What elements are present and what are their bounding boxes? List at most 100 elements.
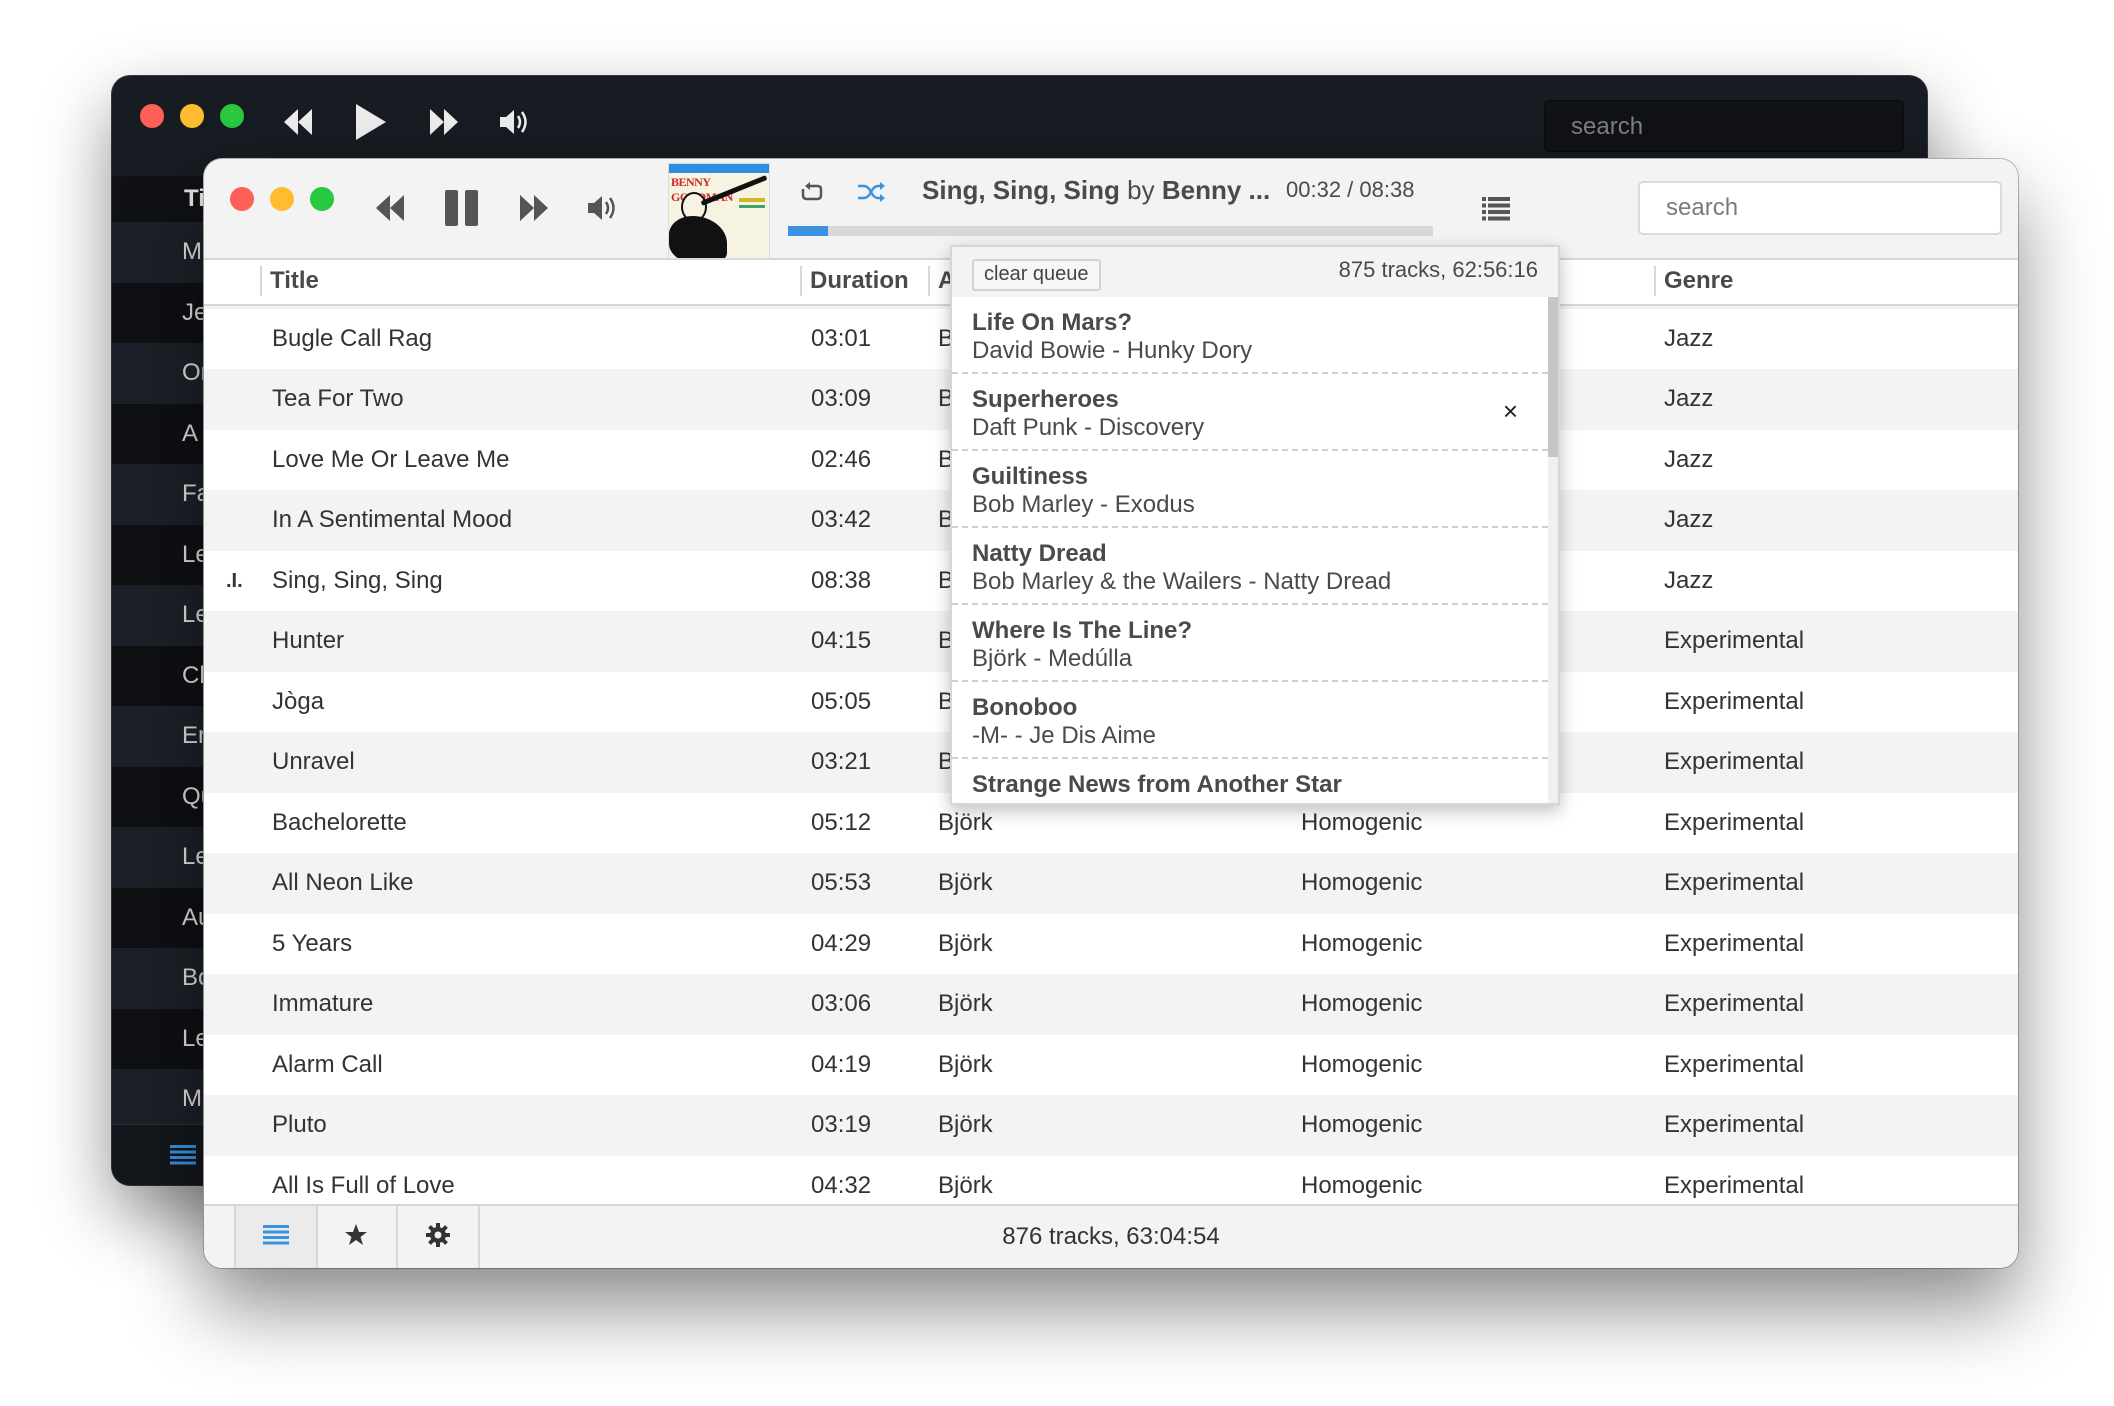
- queue-item[interactable]: Bonoboo -M- - Je Dis Aime: [952, 682, 1548, 759]
- cell-genre: Experimental: [1664, 869, 1805, 896]
- table-row[interactable]: Immature 03:06 Björk Homogenic Experimental: [204, 974, 2018, 1035]
- cell-duration: 03:19: [811, 1111, 872, 1138]
- cell-artist: Björk: [938, 1050, 993, 1078]
- cell-genre: Experimental: [1664, 687, 1805, 715]
- next-icon[interactable]: [426, 107, 460, 137]
- previous-icon[interactable]: [374, 193, 408, 223]
- queue-item[interactable]: Natty Dread Bob Marley & the Wailers - Na…: [952, 528, 1548, 605]
- volume-icon[interactable]: [586, 193, 620, 223]
- queue-item[interactable]: Strange News from Another Star: [952, 759, 1548, 803]
- cell-genre: Experimental: [1664, 990, 1805, 1017]
- cell-album: Homogenic: [1301, 869, 1423, 896]
- elapsed-time: 00:32: [1286, 177, 1342, 202]
- previous-icon[interactable]: [282, 107, 316, 137]
- pause-icon[interactable]: [444, 189, 480, 227]
- cell-duration: 03:06: [811, 990, 872, 1017]
- cell-duration: 04:15: [811, 627, 872, 654]
- clear-queue-button[interactable]: clear queue: [972, 259, 1101, 291]
- back-transport-controls: [282, 102, 532, 142]
- settings-tab-button[interactable]: [398, 1206, 480, 1268]
- queue-item-subtitle: Bob Marley & the Wailers - Natty Dread: [972, 568, 1392, 595]
- now-playing-label: Sing, Sing, Sing by Benny ...: [922, 175, 1270, 206]
- queue-item-subtitle: Bob Marley - Exodus: [972, 491, 1195, 518]
- progress-bar[interactable]: [788, 226, 1433, 236]
- time-separator: /: [1341, 177, 1360, 202]
- zoom-button[interactable]: [220, 104, 244, 128]
- total-time: 08:38: [1359, 177, 1415, 202]
- queue-header: clear queue 875 tracks, 62:56:16: [952, 247, 1558, 297]
- cell-genre: Jazz: [1664, 445, 1714, 473]
- queue-item-title: Superheroes: [972, 386, 1119, 413]
- close-button[interactable]: [140, 104, 164, 128]
- table-row[interactable]: All Is Full of Love 04:32 Björk Homogenic Ex…: [204, 1155, 2018, 1205]
- cell-title: Pluto: [272, 1111, 327, 1138]
- cell-genre: Experimental: [1664, 1171, 1805, 1199]
- queue-list: Life On Mars? David Bowie - Hunky Dory Sup…: [952, 297, 1548, 803]
- cell-title: Sing, Sing, Sing: [272, 566, 443, 594]
- queue-scrollbar[interactable]: [1548, 297, 1558, 803]
- cell-artist: Björk: [938, 929, 993, 957]
- cell-title: In A Sentimental Mood: [272, 506, 513, 533]
- cell-artist: Björk: [938, 1111, 993, 1138]
- queue-toggle-icon[interactable]: [1482, 197, 1510, 226]
- footer-bar: 876 tracks, 63:04:54: [204, 1204, 2018, 1268]
- column-header-genre[interactable]: Genre: [1654, 266, 1733, 296]
- cell-duration: 04:29: [811, 929, 872, 957]
- cell-duration: 04:19: [811, 1050, 872, 1078]
- cell-duration: 03:09: [811, 385, 872, 412]
- favorites-tab-button[interactable]: [316, 1206, 398, 1268]
- cell-genre: Jazz: [1664, 385, 1714, 412]
- window-controls: [230, 187, 334, 211]
- queue-item[interactable]: Where Is The Line? Björk - Medúlla: [952, 605, 1548, 682]
- cell-title: Tea For Two: [272, 385, 404, 412]
- minimize-button[interactable]: [270, 187, 294, 211]
- cell-duration: 03:21: [811, 748, 872, 775]
- cell-genre: Experimental: [1664, 1050, 1805, 1078]
- shuffle-icon[interactable]: [856, 181, 886, 208]
- close-button[interactable]: [230, 187, 254, 211]
- table-row[interactable]: Alarm Call 04:19 Björk Homogenic Experimenta…: [204, 1034, 2018, 1095]
- library-tab-button[interactable]: [234, 1206, 318, 1268]
- cell-genre: Experimental: [1664, 808, 1805, 836]
- queue-scrollbar-thumb[interactable]: [1548, 297, 1558, 457]
- cell-duration: 05:05: [811, 687, 872, 715]
- column-header-duration[interactable]: Duration: [800, 266, 909, 296]
- cell-artist: Björk: [938, 869, 993, 896]
- table-row[interactable]: Pluto 03:19 Björk Homogenic Experimental: [204, 1095, 2018, 1156]
- cell-title: Jòga: [272, 687, 325, 715]
- play-icon[interactable]: [354, 102, 388, 142]
- table-row[interactable]: All Neon Like 05:53 Björk Homogenic Experime…: [204, 853, 2018, 914]
- star-icon: [344, 1223, 368, 1252]
- cell-duration: 08:38: [811, 566, 872, 594]
- cell-duration: 02:46: [811, 445, 872, 473]
- remove-from-queue-icon[interactable]: ×: [1503, 396, 1518, 427]
- cell-genre: Experimental: [1664, 1111, 1805, 1138]
- cell-genre: Jazz: [1664, 324, 1714, 352]
- cell-genre: Jazz: [1664, 506, 1714, 533]
- list-icon[interactable]: [170, 1145, 196, 1170]
- album-art-label: RCA VICTOR: [669, 164, 769, 179]
- cell-title: Alarm Call: [272, 1050, 383, 1078]
- cell-title: Bugle Call Rag: [272, 324, 433, 352]
- table-row[interactable]: 5 Years 04:29 Björk Homogenic Experimental: [204, 913, 2018, 974]
- cell-artist: Björk: [938, 990, 993, 1017]
- album-art[interactable]: RCA VICTOR BENNY GOODMAN: [668, 163, 770, 259]
- column-header-title[interactable]: Title: [260, 266, 319, 296]
- cell-title: Love Me Or Leave Me: [272, 445, 510, 473]
- repeat-icon[interactable]: [798, 181, 826, 208]
- volume-icon[interactable]: [498, 107, 532, 137]
- minimize-button[interactable]: [180, 104, 204, 128]
- queue-item-subtitle: David Bowie - Hunky Dory: [972, 337, 1253, 364]
- queue-item[interactable]: Superheroes Daft Punk - Discovery ×: [952, 374, 1548, 451]
- now-playing-artist: Benny ...: [1161, 175, 1271, 205]
- queue-item[interactable]: Guiltiness Bob Marley - Exodus: [952, 451, 1548, 528]
- list-icon: [263, 1224, 289, 1250]
- queue-item[interactable]: Life On Mars? David Bowie - Hunky Dory: [952, 297, 1548, 374]
- transport-controls: [374, 189, 620, 227]
- cell-title: 5 Years: [272, 929, 353, 957]
- search-input[interactable]: search: [1638, 181, 2002, 235]
- back-search-input[interactable]: search: [1544, 100, 1904, 152]
- queue-item-title: Bonoboo: [972, 694, 1078, 721]
- zoom-button[interactable]: [310, 187, 334, 211]
- next-icon[interactable]: [516, 193, 550, 223]
